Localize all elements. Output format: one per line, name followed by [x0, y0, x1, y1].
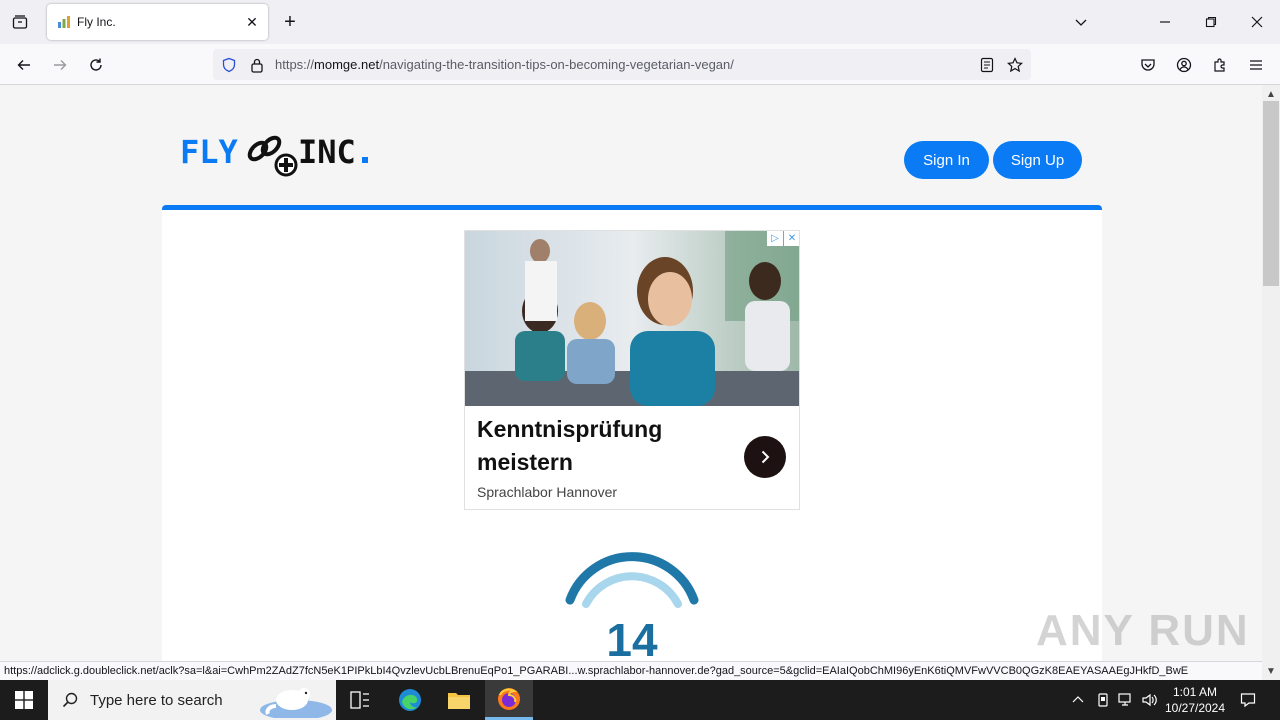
tray-device-icon[interactable] [1093, 680, 1113, 720]
svg-text:INC: INC [298, 133, 356, 171]
tray-chevron-up-icon[interactable] [1068, 680, 1088, 720]
sign-up-button[interactable]: Sign Up [993, 141, 1082, 179]
minimize-icon[interactable] [1142, 0, 1188, 44]
scroll-down-arrow-icon[interactable]: ▼ [1262, 663, 1280, 679]
windows-taskbar: Type here to search 1:01 AM 10/27/2024 [0, 680, 1280, 720]
bookmark-star-icon[interactable] [1004, 54, 1026, 76]
ad-advertiser[interactable]: Sprachlabor Hannover [477, 484, 617, 500]
task-view-icon[interactable] [336, 680, 384, 720]
reader-view-icon[interactable] [976, 54, 998, 76]
clock-time: 1:01 AM [1172, 685, 1218, 699]
navigation-bar: https://momge.net/navigating-the-transit… [0, 44, 1280, 85]
lock-icon[interactable] [246, 54, 268, 76]
link-status-bar: https://adclick.g.doubleclick.net/aclk?s… [0, 661, 1262, 680]
edge-browser-icon[interactable] [386, 680, 434, 720]
tab-title: Fly Inc. [77, 15, 116, 29]
taskbar-search-box[interactable]: Type here to search [48, 680, 336, 720]
system-clock[interactable]: 1:01 AM 10/27/2024 [1160, 684, 1230, 716]
content-card: ▷ ✕ Kenntnisprüfung meistern Sprachlabor… [162, 205, 1102, 661]
network-icon[interactable] [1116, 680, 1136, 720]
search-highlight-icon[interactable] [258, 682, 334, 718]
ad-close-icon[interactable]: ✕ [784, 231, 799, 246]
url-scheme: https:// [275, 57, 315, 72]
url-host: momge.net [314, 57, 380, 72]
web-page: FLY INC Sign In Sign Up ▷ ✕ Kenntnisprüf… [0, 85, 1262, 661]
advertisement[interactable]: ▷ ✕ Kenntnisprüfung meistern Sprachlabor… [464, 230, 800, 510]
url-path: /navigating-the-transition-tips-on-becom… [379, 57, 734, 72]
ad-headline[interactable]: Kenntnisprüfung meistern [477, 413, 717, 479]
svg-text:FLY: FLY [180, 133, 239, 171]
tab-bar: Fly Inc. ✕ + [0, 0, 1280, 44]
browser-tab[interactable]: Fly Inc. ✕ [47, 4, 268, 40]
adchoices-icon[interactable]: ▷ [767, 231, 783, 246]
scroll-up-arrow-icon[interactable]: ▲ [1262, 86, 1280, 102]
fly-inc-logo[interactable]: FLY INC [180, 127, 380, 183]
notifications-icon[interactable] [1236, 680, 1260, 720]
close-tab-icon[interactable]: ✕ [240, 10, 264, 34]
menu-hamburger-icon[interactable] [1241, 50, 1271, 80]
url-text[interactable]: https://momge.net/navigating-the-transit… [275, 57, 734, 72]
account-icon[interactable] [1169, 50, 1199, 80]
file-explorer-icon[interactable] [435, 680, 483, 720]
forward-icon[interactable] [45, 50, 75, 80]
new-tab-icon[interactable]: + [278, 8, 302, 36]
list-all-tabs-icon[interactable] [1058, 0, 1104, 44]
address-bar[interactable]: https://momge.net/navigating-the-transit… [213, 49, 1031, 80]
windows-start-icon[interactable] [0, 680, 48, 720]
search-placeholder: Type here to search [90, 691, 223, 709]
firefox-icon[interactable] [485, 680, 533, 720]
chevron-right-icon[interactable] [744, 436, 786, 478]
close-window-icon[interactable] [1234, 0, 1280, 44]
scrollbar-thumb[interactable] [1263, 101, 1279, 286]
pocket-icon[interactable] [1133, 50, 1163, 80]
clock-date: 10/27/2024 [1164, 701, 1226, 715]
countdown-gauge [565, 552, 699, 608]
extensions-icon[interactable] [1205, 50, 1235, 80]
back-icon[interactable] [9, 50, 39, 80]
sign-in-button[interactable]: Sign In [904, 141, 989, 179]
reload-icon[interactable] [81, 50, 111, 80]
tab-list-icon[interactable] [6, 8, 34, 36]
volume-icon[interactable] [1140, 680, 1160, 720]
anyrun-watermark: ANY RUN [1036, 606, 1250, 655]
site-favicon-icon [58, 16, 70, 28]
tracking-protection-shield-icon[interactable] [218, 54, 240, 76]
countdown-value: 14 [606, 614, 658, 661]
ad-image[interactable] [465, 231, 800, 406]
restore-icon[interactable] [1188, 0, 1234, 44]
search-icon [62, 692, 78, 708]
